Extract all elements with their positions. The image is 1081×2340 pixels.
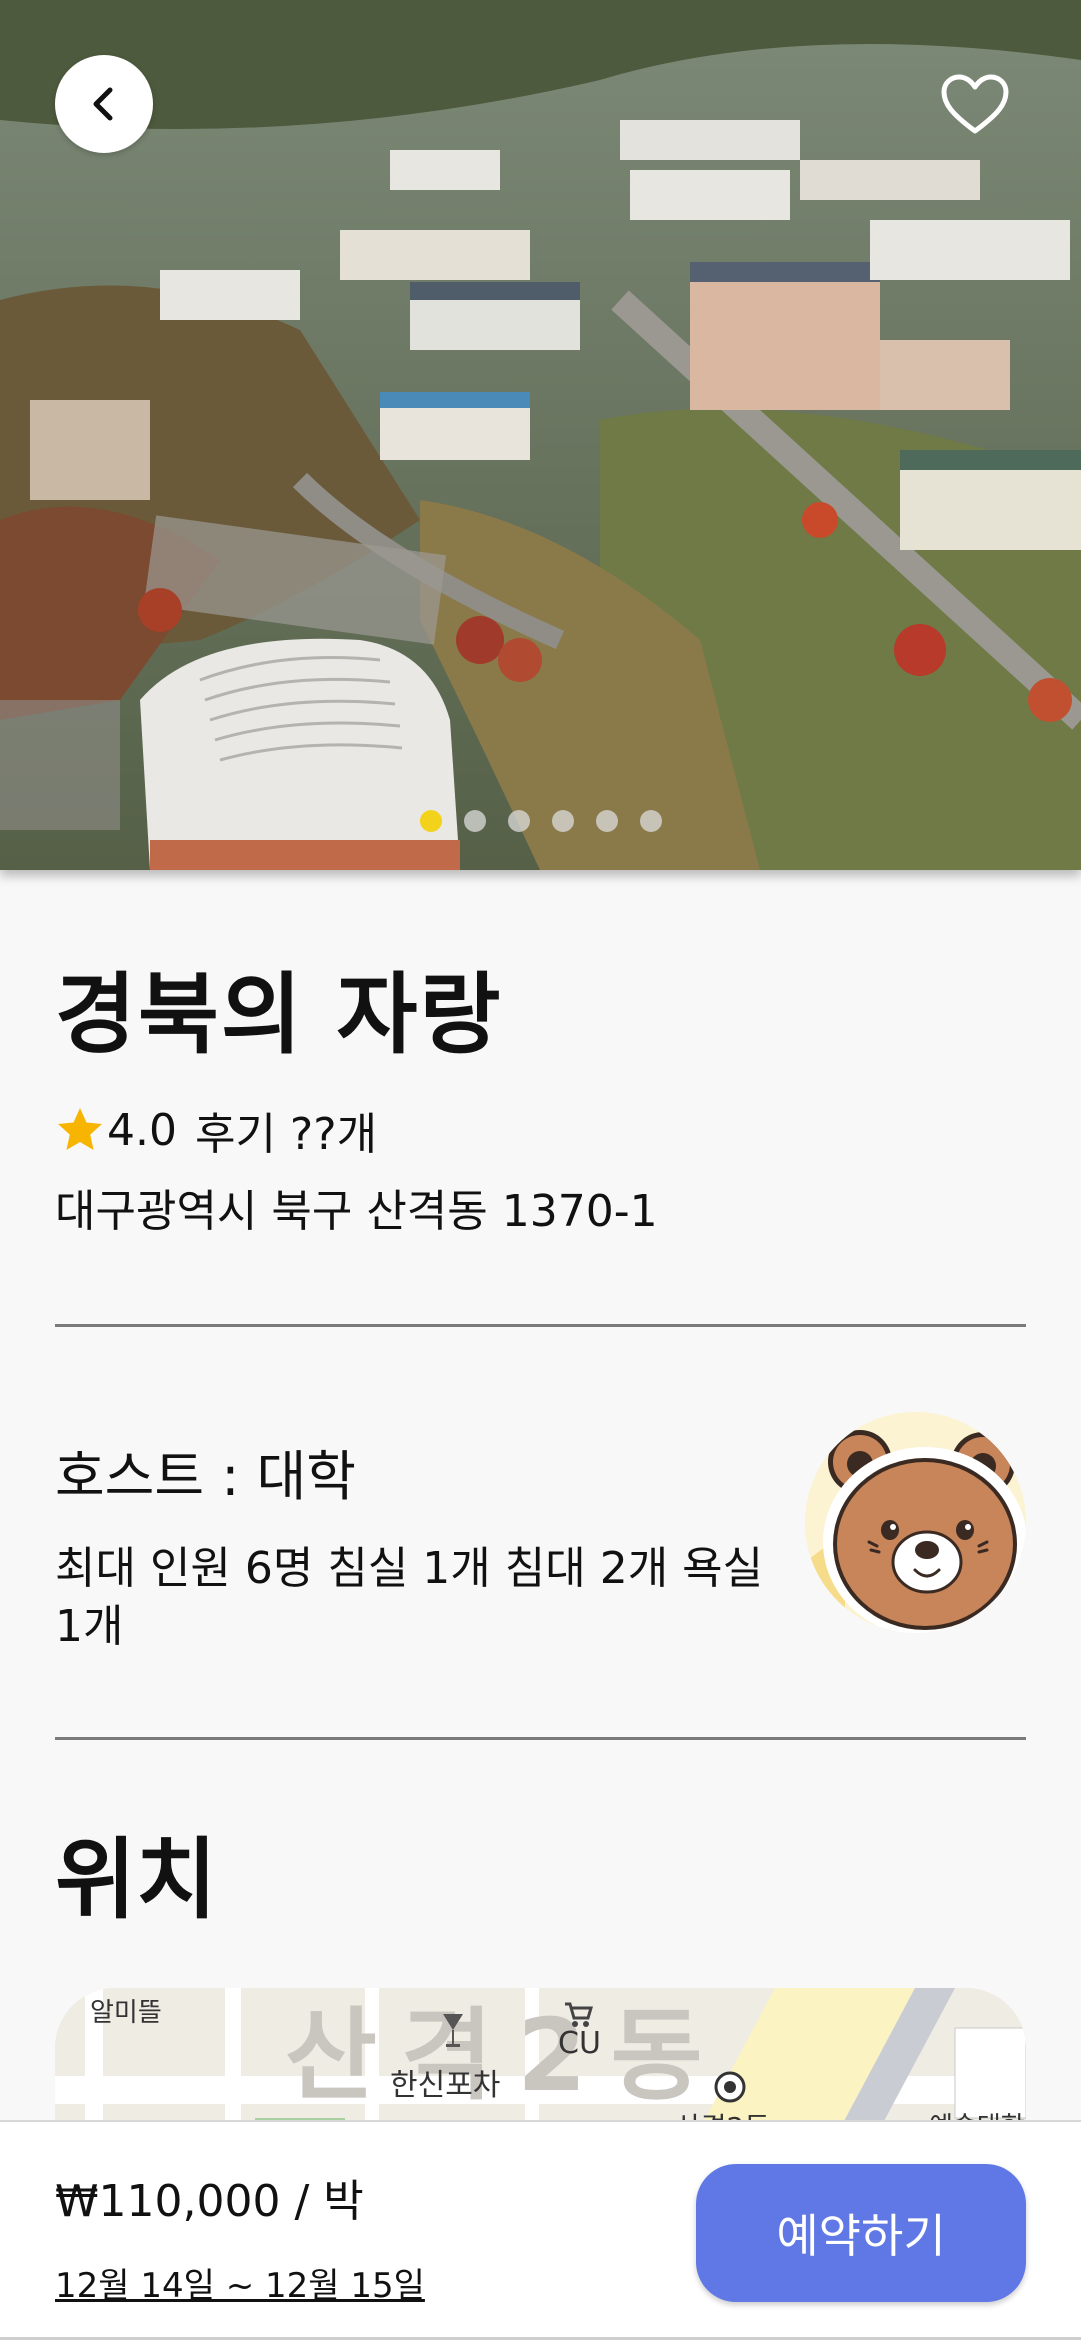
divider	[55, 1737, 1026, 1740]
map-label: 알미뜰	[90, 1998, 162, 2028]
booking-bar: ₩110,000 / 박 12월 14일 ~ 12월 15일 예약하기	[0, 2120, 1081, 2340]
carousel-dot[interactable]	[552, 810, 574, 832]
star-icon	[58, 1108, 102, 1150]
rating-row: 4.0 후기 ??개	[55, 1100, 377, 1160]
listing-title: 경북의 자랑	[55, 963, 503, 1066]
capacity-info: 최대 인원 6명 침실 1개 침대 2개 욕실 1개	[55, 1543, 764, 1652]
host-label: 호스트 : 대학	[55, 1445, 356, 1508]
chevron-left-icon	[93, 87, 113, 121]
carousel-dot-active[interactable]	[420, 810, 442, 832]
reserve-button[interactable]: 예약하기	[696, 2164, 1026, 2302]
carousel-dot[interactable]	[596, 810, 618, 832]
map-label: CU	[558, 2026, 601, 2061]
rating-value: 4.0	[107, 1104, 177, 1156]
bar-icon	[443, 2014, 463, 2047]
campus-photo	[0, 0, 1081, 870]
favorite-button[interactable]	[935, 70, 1015, 140]
date-range-link[interactable]: 12월 14일 ~ 12월 15일	[55, 2264, 425, 2308]
back-button[interactable]	[55, 55, 153, 153]
carousel-dot[interactable]	[508, 810, 530, 832]
host-avatar[interactable]	[805, 1412, 1026, 1633]
address: 대구광역시 북구 산격동 1370-1	[55, 1186, 658, 1237]
review-count[interactable]: 후기 ??개	[195, 1098, 377, 1162]
carousel-dot[interactable]	[464, 810, 486, 832]
location-title: 위치	[55, 1828, 217, 1931]
store-icon	[565, 2002, 593, 2027]
map-label: 한신포차	[390, 2068, 501, 2103]
bear-avatar	[805, 1412, 1026, 1633]
heart-outline-icon	[941, 74, 1009, 134]
price-per-night: ₩110,000 / 박	[55, 2176, 364, 2227]
carousel-indicator	[0, 810, 1081, 834]
map-label: 산격2동	[285, 1997, 727, 2114]
carousel-dot[interactable]	[640, 810, 662, 832]
divider	[55, 1324, 1026, 1327]
bus-stop-icon	[714, 2071, 746, 2103]
hero-image-carousel[interactable]	[0, 0, 1081, 870]
